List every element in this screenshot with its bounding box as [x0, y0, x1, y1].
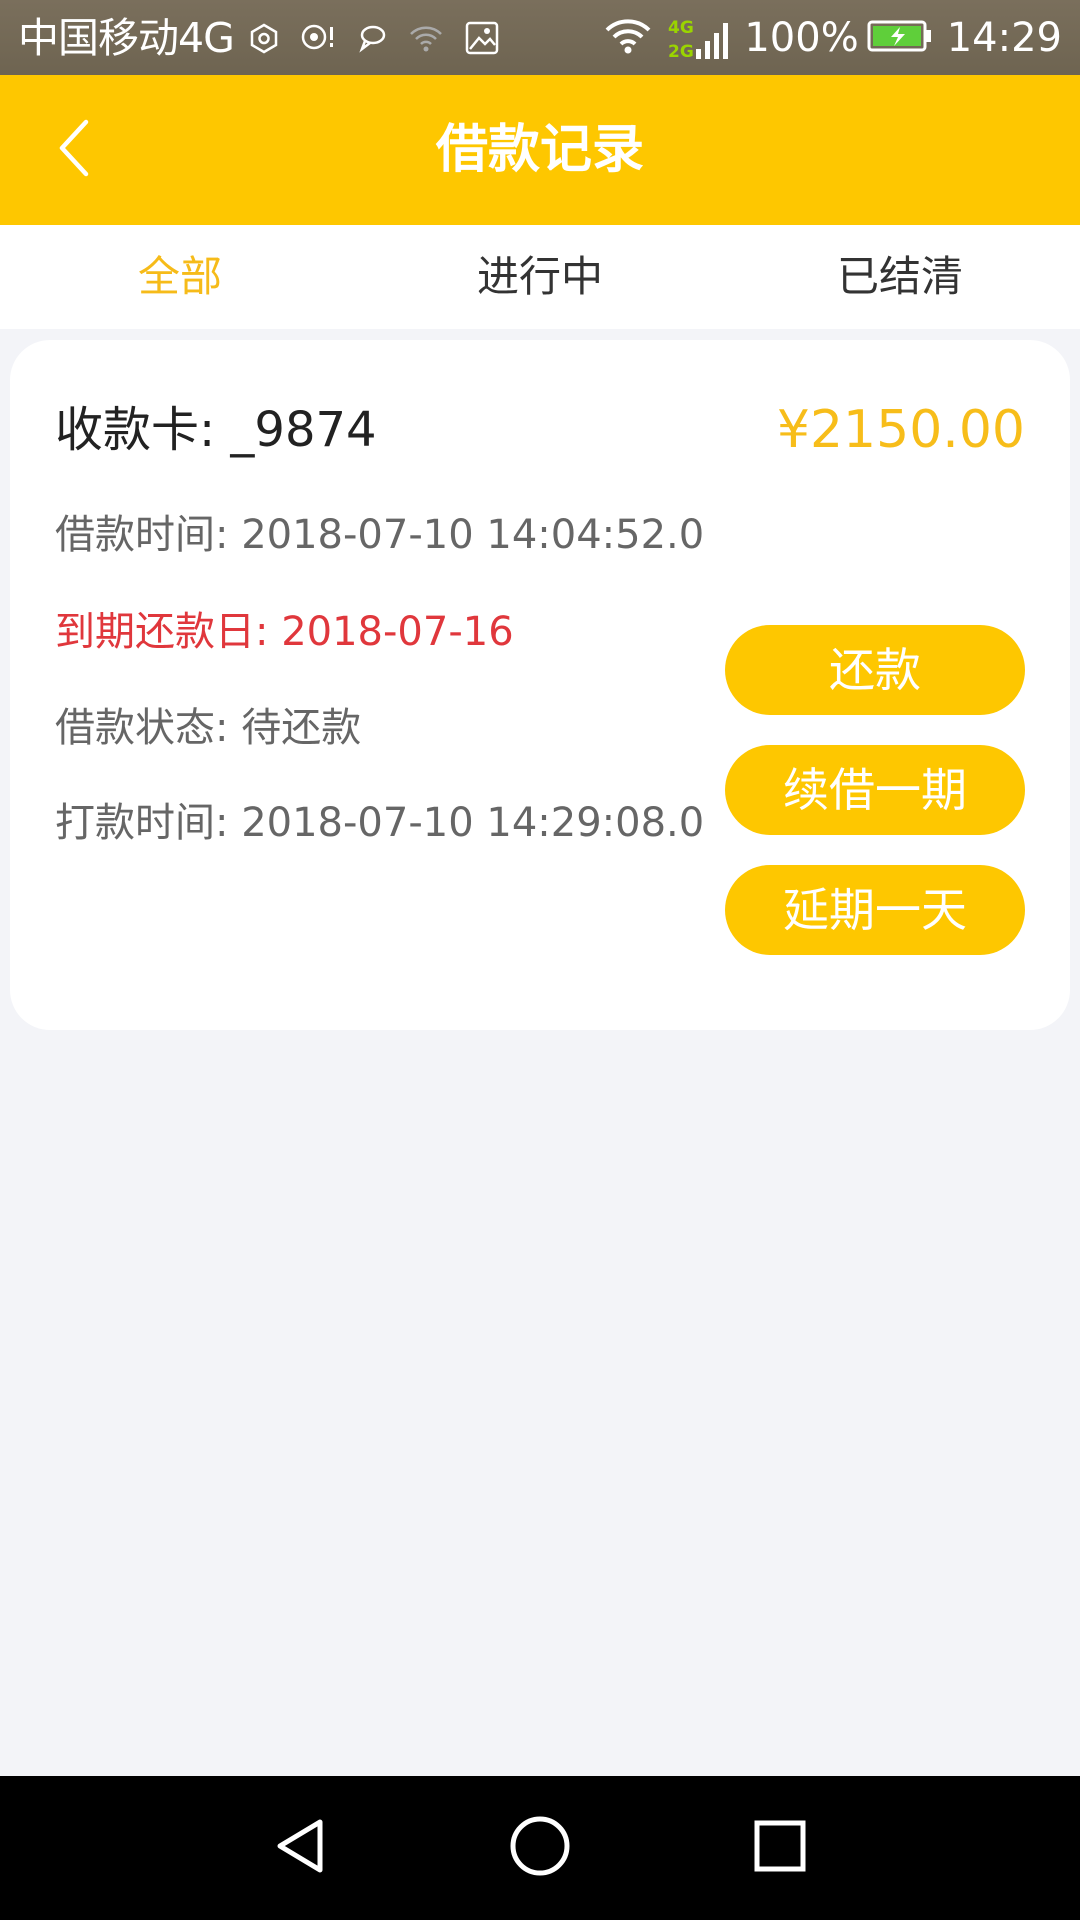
page-title: 借款记录 — [435, 120, 644, 180]
due-date: 到期还款日: 2018-07-16 — [55, 609, 514, 655]
loan-amount: ¥2150.00 — [776, 400, 1025, 460]
tab-in-progress[interactable]: 进行中 — [360, 225, 720, 329]
nav-back-button[interactable] — [255, 1803, 345, 1893]
receiving-card-label: 收款卡: _9874 — [55, 402, 377, 458]
wifi-icon — [604, 16, 652, 60]
payout-time: 打款时间: 2018-07-10 14:29:08.0 — [55, 800, 705, 846]
wifi-question-icon — [408, 22, 444, 54]
recents-square-icon — [752, 1818, 808, 1878]
tab-settled[interactable]: 已结清 — [720, 225, 1080, 329]
broadcast-icon — [300, 22, 336, 54]
network-badge-bottom: 2G — [668, 42, 694, 62]
system-nav-bar — [0, 1776, 1080, 1920]
renew-button[interactable]: 续借一期 — [725, 745, 1025, 835]
loan-time: 借款时间: 2018-07-10 14:04:52.0 — [55, 512, 705, 558]
image-icon — [464, 20, 500, 56]
loan-status: 借款状态: 待还款 — [55, 705, 362, 751]
status-bar: 中国移动4G 4G 2G 100% 14:29 — [0, 0, 1080, 75]
notification-icons — [248, 14, 500, 62]
chat-bubble-icon — [356, 22, 388, 54]
network-badge-top: 4G — [668, 18, 694, 38]
battery-percent: 100% — [744, 15, 859, 61]
hexagon-icon — [248, 22, 280, 54]
status-right: 4G 2G 100% 14:29 — [604, 8, 1062, 68]
signal-icon: 4G 2G — [666, 13, 730, 63]
home-circle-icon — [508, 1814, 572, 1882]
loan-record-card: 收款卡: _9874 ¥2150.00 借款时间: 2018-07-10 14:… — [10, 340, 1070, 1030]
carrier-label: 中国移动4G — [18, 14, 235, 62]
tab-all[interactable]: 全部 — [0, 225, 360, 329]
title-bar: 借款记录 — [0, 75, 1080, 225]
clock: 14:29 — [946, 15, 1062, 61]
extend-button[interactable]: 延期一天 — [725, 865, 1025, 955]
nav-home-button[interactable] — [495, 1803, 585, 1893]
repay-button[interactable]: 还款 — [725, 625, 1025, 715]
tab-bar: 全部 进行中 已结清 — [0, 225, 1080, 329]
battery-charging-icon — [867, 19, 933, 57]
nav-recents-button[interactable] — [735, 1803, 825, 1893]
back-triangle-icon — [270, 1816, 330, 1880]
